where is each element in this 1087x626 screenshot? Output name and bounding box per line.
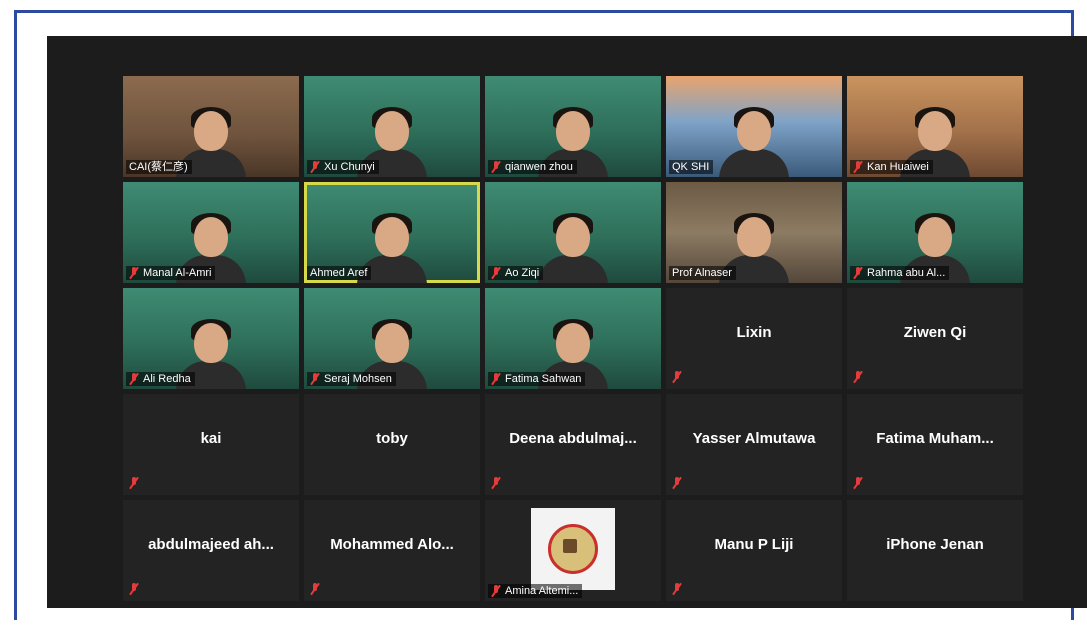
participant-name: Ziwen Qi <box>903 324 967 341</box>
participant-name: Ahmed Aref <box>310 267 368 279</box>
participant-name: Yasser Almutawa <box>692 430 816 447</box>
participant-tile-cai[interactable]: CAI(蔡仁彦) <box>123 76 299 177</box>
participant-name: Fatima Muham... <box>876 430 994 447</box>
participant-name: qianwen zhou <box>505 161 573 173</box>
participant-name-tag: Ali Redha <box>126 372 195 386</box>
participant-name: Manal Al-Amri <box>143 267 212 279</box>
muted-microphone-icon <box>129 266 139 280</box>
participant-name: QK SHI <box>672 161 710 173</box>
participant-name: Lixin <box>736 324 772 341</box>
participant-name-tag: QK SHI <box>669 160 714 174</box>
participant-name: Mohammed Alo... <box>330 536 454 553</box>
muted-microphone-icon <box>853 266 863 280</box>
muted-microphone-icon <box>672 370 682 384</box>
participant-video-feed <box>719 107 789 177</box>
participant-tile-qianwen-zhou[interactable]: qianwen zhou <box>485 76 661 177</box>
muted-microphone-icon <box>491 372 501 386</box>
participant-name: Seraj Mohsen <box>324 373 392 385</box>
participant-tile-yasser-almutawa[interactable]: Yasser Almutawa <box>666 394 842 495</box>
participant-name: Fatima Sahwan <box>505 373 582 385</box>
muted-microphone-icon <box>672 476 682 490</box>
participant-tile-ahmed-aref[interactable]: Ahmed Aref <box>304 182 480 283</box>
participant-name: toby <box>376 430 408 447</box>
participant-name-tag: Rahma abu Al... <box>850 266 950 280</box>
participant-tile-ali-redha[interactable]: Ali Redha <box>123 288 299 389</box>
participant-name-tag: Xu Chunyi <box>307 160 379 174</box>
muted-microphone-icon <box>491 160 501 174</box>
participant-name: Kan Huaiwei <box>867 161 929 173</box>
muted-microphone-icon <box>310 582 320 596</box>
participant-name-tag: Kan Huaiwei <box>850 160 933 174</box>
muted-microphone-icon <box>491 476 501 490</box>
video-meeting-window: CAI(蔡仁彦) Xu Chunyi qianwen zhou QK SHI Kan H… <box>47 36 1087 608</box>
muted-microphone-icon <box>853 160 863 174</box>
participant-name: iPhone Jenan <box>886 536 984 553</box>
muted-microphone-icon <box>310 372 320 386</box>
participant-tile-manu-p-liji[interactable]: Manu P Liji <box>666 500 842 601</box>
participant-name: Rahma abu Al... <box>867 267 946 279</box>
participant-name-tag: Seraj Mohsen <box>307 372 396 386</box>
participant-name: CAI(蔡仁彦) <box>129 161 188 173</box>
muted-microphone-icon <box>491 266 501 280</box>
participant-name: Deena abdulmaj... <box>509 430 637 447</box>
muted-microphone-icon <box>853 370 863 384</box>
participant-tile-toby[interactable]: toby <box>304 394 480 495</box>
participant-name-tag: CAI(蔡仁彦) <box>126 160 192 174</box>
muted-microphone-icon <box>672 582 682 596</box>
participant-name: abdulmajeed ah... <box>148 536 274 553</box>
participant-name-tag: Ao Ziqi <box>488 266 544 280</box>
muted-microphone-icon <box>129 582 139 596</box>
participant-tile-mohammed-alo[interactable]: Mohammed Alo... <box>304 500 480 601</box>
participant-tile-qk-shi[interactable]: QK SHI <box>666 76 842 177</box>
participant-tile-ziwen-qi[interactable]: Ziwen Qi <box>847 288 1023 389</box>
participant-tile-xu-chunyi[interactable]: Xu Chunyi <box>304 76 480 177</box>
participant-video-feed <box>538 213 608 283</box>
muted-microphone-icon <box>310 160 320 174</box>
participant-tile-kan-huaiwei[interactable]: Kan Huaiwei <box>847 76 1023 177</box>
participant-tile-kai[interactable]: kai <box>123 394 299 495</box>
participant-tile-ao-ziqi[interactable]: Ao Ziqi <box>485 182 661 283</box>
muted-microphone-icon <box>129 476 139 490</box>
participant-tile-fatima-muham[interactable]: Fatima Muham... <box>847 394 1023 495</box>
participant-gallery: CAI(蔡仁彦) Xu Chunyi qianwen zhou QK SHI Kan H… <box>123 76 1023 601</box>
participant-name-tag: Prof Alnaser <box>669 266 736 280</box>
participant-name-tag: Amina Altemi... <box>488 584 583 598</box>
participant-tile-manal-al-amri[interactable]: Manal Al-Amri <box>123 182 299 283</box>
participant-name-tag: qianwen zhou <box>488 160 577 174</box>
profile-logo-image <box>531 508 615 590</box>
muted-microphone-icon <box>491 584 501 598</box>
participant-tile-iphone-jenan[interactable]: iPhone Jenan <box>847 500 1023 601</box>
muted-microphone-icon <box>853 476 863 490</box>
participant-tile-lixin[interactable]: Lixin <box>666 288 842 389</box>
participant-name: Amina Altemi... <box>505 585 579 597</box>
participant-name: Manu P Liji <box>714 536 794 553</box>
participant-tile-abdulmajeed-ah[interactable]: abdulmajeed ah... <box>123 500 299 601</box>
participant-tile-rahma-abu-al[interactable]: Rahma abu Al... <box>847 182 1023 283</box>
participant-name: kai <box>200 430 222 447</box>
participant-name-tag: Manal Al-Amri <box>126 266 216 280</box>
participant-name: Ao Ziqi <box>505 267 540 279</box>
participant-name: Ali Redha <box>143 373 191 385</box>
muted-microphone-icon <box>129 372 139 386</box>
participant-name: Xu Chunyi <box>324 161 375 173</box>
participant-tile-deena-abdulmaj[interactable]: Deena abdulmaj... <box>485 394 661 495</box>
participant-tile-amina-altemi[interactable]: Amina Altemi... <box>485 500 661 601</box>
participant-tile-prof-alnaser[interactable]: Prof Alnaser <box>666 182 842 283</box>
participant-tile-fatima-sahwan[interactable]: Fatima Sahwan <box>485 288 661 389</box>
participant-name-tag: Fatima Sahwan <box>488 372 586 386</box>
participant-name: Prof Alnaser <box>672 267 732 279</box>
participant-name-tag: Ahmed Aref <box>307 266 372 280</box>
participant-tile-seraj-mohsen[interactable]: Seraj Mohsen <box>304 288 480 389</box>
